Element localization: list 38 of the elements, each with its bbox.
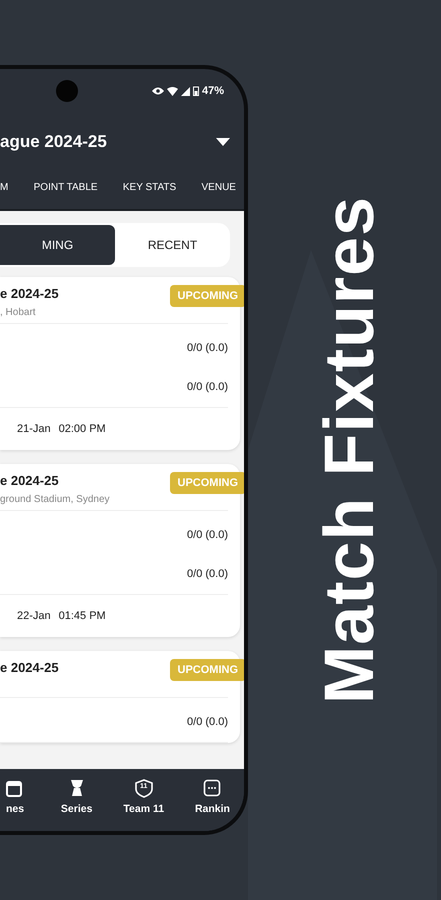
segment-tab[interactable]: MING xyxy=(0,225,115,265)
chat-icon[interactable] xyxy=(203,779,222,798)
calendar-icon[interactable] xyxy=(6,779,24,798)
match-date: 21-Jan xyxy=(17,423,51,435)
segment-tab[interactable]: RECENT xyxy=(115,223,230,267)
team-score: 0/0 (0.0) xyxy=(187,568,228,580)
match-time: 02:00 PM xyxy=(58,423,106,435)
status-badge: UPCOMING xyxy=(170,472,244,494)
team-score: 0/0 (0.0) xyxy=(187,381,228,393)
team-score: 0/0 (0.0) xyxy=(187,716,228,728)
eye-icon xyxy=(152,87,164,95)
status-badge: UPCOMING xyxy=(170,285,244,307)
match-time: 01:45 PM xyxy=(58,610,106,622)
status-badge: UPCOMING xyxy=(170,659,244,681)
tab[interactable]: KEY STATS xyxy=(122,178,176,198)
nav-label[interactable]: Team 11 xyxy=(123,803,164,815)
nav-label[interactable]: Rankin xyxy=(194,803,230,815)
venue: , Hobart xyxy=(0,307,37,318)
battery-icon xyxy=(192,86,199,96)
tab[interactable]: POINT TABLE xyxy=(34,178,98,198)
match-title: e 2024-25 xyxy=(0,286,59,301)
match-title: e 2024-25 xyxy=(0,473,60,488)
dropdown-caret-icon[interactable] xyxy=(216,138,230,146)
tab[interactable]: VENUE xyxy=(202,178,236,198)
promo-headline: Match Fixtures xyxy=(308,196,388,704)
series-title: ague 2024-25 xyxy=(0,132,108,152)
wifi-icon xyxy=(166,86,178,96)
battery-percent: 47% xyxy=(202,85,224,97)
venue: ground Stadium, Sydney xyxy=(0,494,110,505)
nav-label[interactable]: Series xyxy=(60,803,92,815)
nav-label[interactable]: nes xyxy=(6,803,24,815)
team-score: 0/0 (0.0) xyxy=(187,529,228,541)
match-date: 22-Jan xyxy=(17,610,51,622)
match-title: e 2024-25 xyxy=(0,660,59,675)
camera-hole xyxy=(56,80,78,102)
signal-icon xyxy=(180,86,190,96)
team-score: 0/0 (0.0) xyxy=(187,342,228,354)
tab[interactable]: M xyxy=(0,178,8,198)
